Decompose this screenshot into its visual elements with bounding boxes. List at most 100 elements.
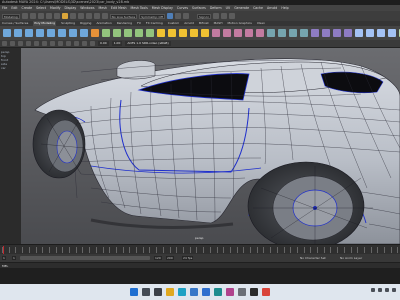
settings-icon[interactable]	[238, 288, 246, 296]
delete-history-icon[interactable]	[355, 29, 363, 37]
poly-cylinder-icon[interactable]	[25, 29, 33, 37]
renderer-icon[interactable]	[34, 41, 39, 46]
speaker-icon[interactable]	[385, 288, 389, 292]
menu-edit[interactable]: Edit	[11, 6, 17, 10]
symmetry-field[interactable]: Symmetry: Off	[139, 13, 165, 19]
menu-deform[interactable]: Deform	[210, 6, 222, 10]
search-icon[interactable]	[142, 288, 150, 296]
menu-create[interactable]: Create	[22, 6, 33, 10]
menu-cache[interactable]: Cache	[253, 6, 263, 10]
render-settings-icon[interactable]	[182, 13, 189, 19]
xray-icon[interactable]	[90, 41, 95, 46]
range-start-field[interactable]: 1	[2, 256, 6, 260]
merge-icon[interactable]	[212, 29, 220, 37]
view-icon[interactable]	[2, 41, 7, 46]
bevel-icon[interactable]	[179, 29, 187, 37]
mirror-icon[interactable]	[124, 29, 132, 37]
ipr-render-icon[interactable]	[174, 13, 181, 19]
windows-logo-icon[interactable]	[130, 288, 138, 296]
file-explorer-icon[interactable]	[166, 288, 174, 296]
cleanup-icon[interactable]	[344, 29, 352, 37]
reduce-icon[interactable]	[333, 29, 341, 37]
harden-edge-icon[interactable]	[322, 29, 330, 37]
multi-cut-icon[interactable]	[234, 29, 242, 37]
uv-editor-icon[interactable]	[267, 29, 275, 37]
fill-hole-icon[interactable]	[201, 29, 209, 37]
range-end-field[interactable]: 200	[166, 256, 174, 260]
redo-icon[interactable]	[53, 13, 60, 19]
battery-icon[interactable]	[392, 288, 396, 292]
smooth-icon[interactable]	[135, 29, 143, 37]
show-icon[interactable]	[26, 41, 31, 46]
bridge-icon[interactable]	[168, 29, 176, 37]
chevron-up-icon[interactable]	[371, 288, 375, 292]
menu-select[interactable]: Select	[36, 6, 46, 10]
select-hierarchy-icon[interactable]	[61, 13, 68, 19]
lighting-icon[interactable]	[18, 41, 23, 46]
menu-edit-mesh[interactable]: Edit Mesh	[111, 6, 127, 10]
menu-curves[interactable]: Curves	[177, 6, 188, 10]
menu-windows[interactable]: Windows	[80, 6, 94, 10]
channel-box-icon[interactable]	[229, 13, 236, 19]
camera-attributes-icon[interactable]	[50, 41, 55, 46]
render-icon[interactable]	[166, 13, 173, 19]
snap-grid-icon[interactable]	[85, 13, 92, 19]
auto-map-icon[interactable]	[300, 29, 308, 37]
persp-viewport[interactable]: persp	[21, 48, 400, 244]
separate-icon[interactable]	[113, 29, 121, 37]
open-scene-icon[interactable]	[29, 13, 36, 19]
color-space-dropdown[interactable]: ACES 1.0 SDR-video (sRGB)	[125, 41, 171, 46]
save-scene-icon[interactable]	[37, 13, 44, 19]
select-component-icon[interactable]	[77, 13, 84, 19]
chrome-icon[interactable]	[262, 288, 270, 296]
menu-modify[interactable]: Modify	[50, 6, 61, 10]
poly-cone-icon[interactable]	[36, 29, 44, 37]
menu-mesh[interactable]: Mesh	[99, 6, 107, 10]
sign-in-field[interactable]: Sign In	[196, 13, 212, 19]
snap-point-icon[interactable]	[101, 13, 108, 19]
extrude-icon[interactable]	[157, 29, 165, 37]
super-shape-icon[interactable]	[91, 29, 99, 37]
anim-layer-dropdown[interactable]: No Anim Layer	[340, 256, 362, 260]
new-scene-icon[interactable]	[21, 13, 28, 19]
exposure-field[interactable]: 0.00	[98, 41, 109, 46]
menu-help[interactable]: Help	[281, 6, 288, 10]
menu-mesh-tools[interactable]: Mesh Tools	[131, 6, 148, 10]
target-weld-icon[interactable]	[245, 29, 253, 37]
fps-dropdown[interactable]: 24 fps	[182, 256, 194, 260]
menu-arnold[interactable]: Arnold	[267, 6, 277, 10]
poly-torus-icon[interactable]	[47, 29, 55, 37]
shading-icon[interactable]	[10, 41, 15, 46]
panels-icon[interactable]	[42, 41, 47, 46]
poly-sphere-icon[interactable]	[3, 29, 11, 37]
gamma-field[interactable]: 1.00	[111, 41, 123, 46]
playback-start-field[interactable]: 1	[12, 256, 16, 260]
poly-cube-icon[interactable]	[14, 29, 22, 37]
playback-end-field[interactable]: 120	[154, 256, 162, 260]
playhead[interactable]	[3, 246, 4, 254]
modeling-toolkit-icon[interactable]	[213, 13, 220, 19]
undo-icon[interactable]	[45, 13, 52, 19]
append-icon[interactable]	[190, 29, 198, 37]
menu-display[interactable]: Display	[65, 6, 77, 10]
mode-dropdown[interactable]: Modeling	[2, 13, 20, 19]
platonic-icon[interactable]	[80, 29, 88, 37]
xray-shelf-icon[interactable]	[388, 29, 396, 37]
live-surface-field[interactable]: No Live Surface	[109, 13, 138, 19]
task-view-icon[interactable]	[154, 288, 162, 296]
snap-curve-icon[interactable]	[93, 13, 100, 19]
grid-toggle-icon[interactable]	[58, 41, 63, 46]
mail-icon[interactable]	[202, 288, 210, 296]
soften-edge-icon[interactable]	[311, 29, 319, 37]
menu-surfaces[interactable]: Surfaces	[192, 6, 206, 10]
range-slider-bar[interactable]	[20, 256, 150, 260]
combine-icon[interactable]	[102, 29, 110, 37]
menu-file[interactable]: File	[2, 6, 7, 10]
store-icon[interactable]	[190, 288, 198, 296]
wifi-icon[interactable]	[378, 288, 382, 292]
select-object-icon[interactable]	[69, 13, 76, 19]
character-set-dropdown[interactable]: No Character Set	[300, 256, 326, 260]
poly-disc-icon[interactable]	[69, 29, 77, 37]
poly-plane-icon[interactable]	[58, 29, 66, 37]
center-pivot-icon[interactable]	[377, 29, 385, 37]
